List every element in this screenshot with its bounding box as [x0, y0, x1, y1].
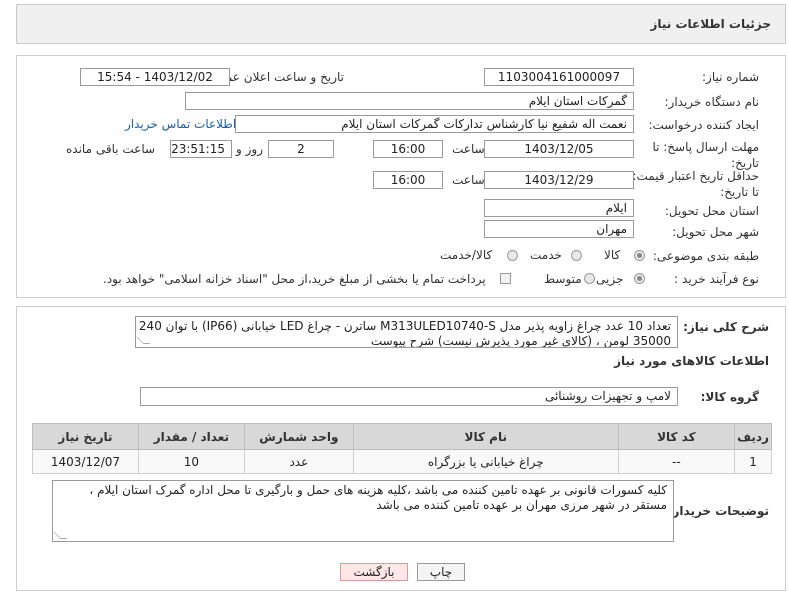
category-radio-service[interactable] [571, 250, 582, 261]
process-label: نوع فرآیند خرید : [674, 272, 759, 286]
col-name: نام کالا [352, 423, 619, 450]
days-remaining-field: 2 [268, 140, 334, 158]
goods-group-field: لامپ و تجهیزات روشنائی [140, 387, 678, 406]
remaining-time-field: 23:51:15 [170, 140, 232, 158]
validity-label: حداقل تاریخ اعتبار قیمت: تا تاریخ: [632, 169, 759, 199]
city-label: شهر محل تحویل: [672, 225, 759, 239]
process-medium-label: متوسط [544, 272, 582, 286]
validity-date-field: 1403/12/29 [484, 171, 634, 189]
category-label: طبقه بندی موضوعی: [652, 249, 759, 263]
back-button[interactable]: بازگشت [340, 563, 408, 581]
process-radio-minor[interactable] [634, 273, 645, 284]
deadline-time-field: 16:00 [373, 140, 443, 158]
city-field: مهران [484, 220, 634, 238]
category-goods-label: کالا [604, 248, 621, 262]
buyer-org-label: نام دستگاه خریدار: [664, 95, 760, 109]
print-button[interactable]: چاپ [417, 563, 465, 581]
process-minor-label: جزیی [596, 272, 624, 286]
need-number-field: 1103004161000097 [484, 68, 634, 86]
goods-info-title: اطلاعات کالاهای مورد نیاز [614, 354, 769, 368]
summary-line-1: تعداد 10 عدد چراغ زاویه پذیر مدل M313ULE… [136, 319, 671, 333]
goods-table: ردیف کد کالا نام کالا واحد شمارش تعداد /… [32, 423, 772, 474]
goods-group-label: گروه کالا: [700, 390, 759, 404]
summary-label: شرح کلی نیاز: [683, 320, 769, 334]
process-radio-medium[interactable] [584, 273, 595, 284]
goods-table-header: ردیف کد کالا نام کالا واحد شمارش تعداد /… [32, 423, 772, 450]
category-service-label: خدمت [530, 248, 562, 262]
buyer-notes-textarea[interactable]: کلیه کسورات قانونی بر عهده تامین کننده م… [52, 480, 674, 542]
creator-field: نعمت اله شفیع نیا کارشناس تدارکات گمرکات… [235, 115, 634, 133]
page-header: جزئیات اطلاعات نیاز [16, 4, 786, 44]
cell-code: -- [617, 449, 736, 474]
category-radio-both[interactable] [507, 250, 518, 261]
category-radio-goods[interactable] [634, 250, 645, 261]
creator-label: ایجاد کننده درخواست: [648, 118, 759, 132]
buyer-org-field: گمرکات استان ایلام [185, 92, 634, 110]
remaining-time-label: ساعت باقی مانده [66, 142, 156, 156]
col-qty: تعداد / مقدار [137, 423, 245, 450]
deadline-time-label: ساعت [452, 142, 485, 156]
cell-name: چراغ خیابانی یا بزرگراه [352, 449, 619, 474]
col-code: کد کالا [617, 423, 736, 450]
col-unit: واحد شمارش [243, 423, 354, 450]
cell-row: 1 [734, 449, 772, 474]
col-row: ردیف [734, 423, 772, 450]
buyer-contact-link[interactable]: اطلاعات تماس خریدار [125, 117, 236, 131]
summary-textarea[interactable]: تعداد 10 عدد چراغ زاویه پذیر مدل M313ULE… [135, 316, 678, 348]
category-both-label: کالا/خدمت [440, 248, 493, 262]
cell-date: 1403/12/07 [32, 449, 139, 474]
cell-unit: عدد [243, 449, 354, 474]
table-row: 1 -- چراغ خیابانی یا بزرگراه عدد 10 1403… [32, 449, 772, 474]
validity-time-label: ساعت [452, 173, 485, 187]
need-number-label: شماره نیاز: [702, 70, 759, 84]
deadline-label: مهلت ارسال پاسخ: تا تاریخ: [652, 140, 759, 170]
days-label: روز و [236, 142, 263, 156]
cell-qty: 10 [137, 449, 245, 474]
col-date: تاریخ نیاز [32, 423, 139, 450]
page-title: جزئیات اطلاعات نیاز [650, 17, 771, 31]
summary-line-2: 35000 لومن ، (کالای غیر مورد پذیرش نیست)… [370, 334, 671, 348]
treasury-payment-checkbox[interactable] [500, 273, 511, 284]
province-label: استان محل تحویل: [664, 204, 759, 218]
treasury-payment-note: پرداخت تمام یا بخشی از مبلغ خرید،از محل … [103, 272, 486, 286]
province-field: ایلام [484, 199, 634, 217]
deadline-date-field: 1403/12/05 [484, 140, 634, 158]
validity-time-field: 16:00 [373, 171, 443, 189]
buyer-notes-label: توضیحات خریدار: [667, 504, 769, 518]
announce-datetime-field: 1403/12/02 - 15:54 [80, 68, 230, 86]
